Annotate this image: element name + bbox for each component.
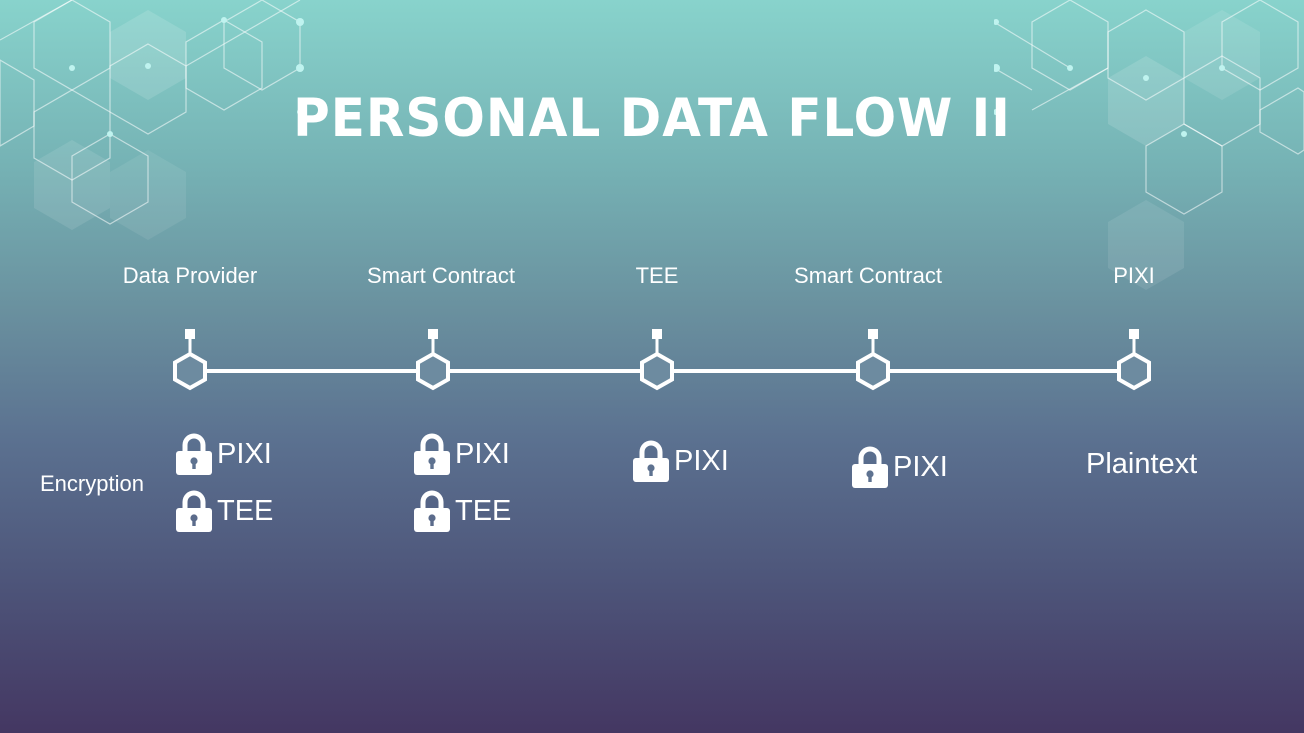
node-hexagon-icon-3 <box>640 329 674 391</box>
encryption-item: PIXI <box>851 444 948 490</box>
encryption-row-label: Encryption <box>40 471 144 496</box>
padlock-icon <box>414 490 450 532</box>
encryption-item: TEE <box>413 488 511 534</box>
node-hexagon-icon-4 <box>856 329 890 391</box>
stage-label-data-provider: Data Provider <box>122 263 258 288</box>
encryption-text: PIXI <box>674 445 729 477</box>
encryption-item: PIXI <box>632 438 729 484</box>
encryption-text: TEE <box>455 495 512 527</box>
node-hexagon-icon-1 <box>173 329 207 391</box>
plaintext-label: Plaintext <box>1086 448 1198 480</box>
padlock-icon <box>414 433 450 475</box>
padlock-icon <box>176 433 212 475</box>
encryption-text: TEE <box>217 495 274 527</box>
encryption-item: PIXI <box>413 431 510 477</box>
node-hexagon-icon-5 <box>1117 329 1151 391</box>
flow-timeline <box>173 329 1151 391</box>
hexagon-pattern-left <box>0 0 304 240</box>
encryption-text: PIXI <box>893 451 948 483</box>
stage-label-tee: TEE <box>635 263 679 288</box>
page-title: PERSONAL DATA FLOW II <box>293 87 1011 149</box>
hexagon-pattern-right <box>994 0 1304 290</box>
stage-label-smart-contract-2: Smart Contract <box>794 263 942 288</box>
padlock-icon <box>633 440 669 482</box>
padlock-icon <box>852 446 888 488</box>
encryption-item: PIXI <box>175 431 272 477</box>
encryption-text: PIXI <box>455 438 510 470</box>
padlock-icon <box>176 490 212 532</box>
encryption-item: TEE <box>175 488 273 534</box>
stage-label-pixi: PIXI <box>1113 263 1155 288</box>
encryption-text: PIXI <box>217 438 272 470</box>
node-hexagon-icon-2 <box>416 329 450 391</box>
stage-label-smart-contract-1: Smart Contract <box>367 263 515 288</box>
